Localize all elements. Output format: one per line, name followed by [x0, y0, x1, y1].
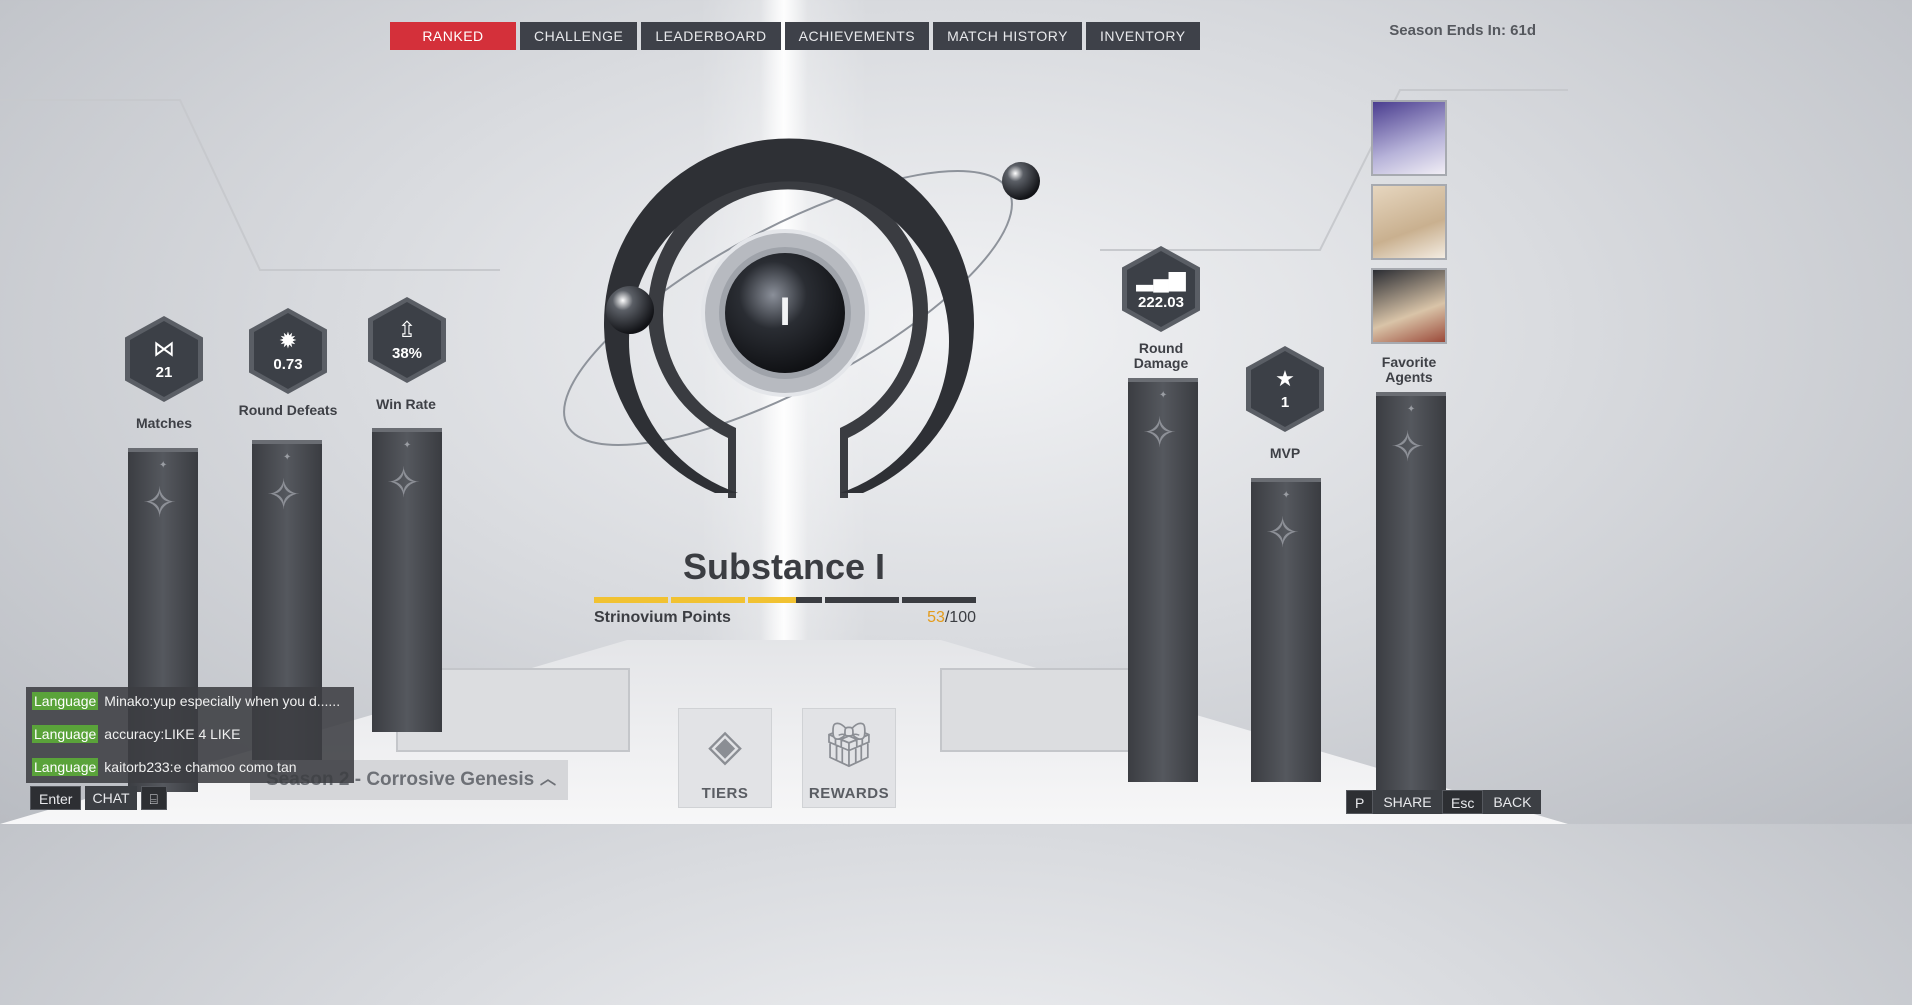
progress-segment — [825, 597, 899, 603]
bar-chart-icon: ▂▄▆ — [1136, 265, 1186, 291]
chat-panel[interactable]: Language Minako:yup especially when you d… — [26, 687, 354, 783]
points-label: Strinovium Points — [594, 609, 731, 626]
tab-inventory[interactable]: INVENTORY — [1085, 22, 1200, 50]
rank-progress-bar — [594, 597, 976, 603]
chat-language-tag: Language — [32, 692, 99, 710]
rank-title: Substance I — [682, 546, 886, 587]
pillar-mvp: ✦ ✧ — [1251, 478, 1321, 782]
favorite-agents-label: Favorite Agents — [1381, 354, 1437, 385]
tiers-icon: ◈ — [708, 721, 742, 770]
top-tabs: RANKED CHALLENGE LEADERBOARD ACHIEVEMENT… — [390, 22, 1200, 50]
pillar-win-rate: ✦ ✧ — [372, 428, 442, 732]
tab-ranked[interactable]: RANKED — [390, 22, 516, 50]
share-key-hint: P — [1346, 790, 1374, 814]
tab-challenge[interactable]: CHALLENGE — [520, 22, 638, 50]
bowtie-icon: ⋈ — [153, 335, 175, 361]
tab-leaderboard[interactable]: LEADERBOARD — [641, 22, 781, 50]
rewards-label: REWARDS — [808, 785, 890, 802]
gift-icon: 🎁︎ — [821, 721, 877, 770]
round-damage-value: 222.03 — [1138, 293, 1184, 311]
chat-language-tag: Language — [32, 758, 99, 776]
chat-message-text: kaitorb233:e chamoo como tan — [104, 759, 297, 775]
progress-fill — [671, 597, 745, 603]
rank-numeral: I — [779, 290, 791, 334]
pillar-round-damage: ✦ ✧ — [1128, 378, 1198, 782]
burst-icon: ✹ — [278, 327, 298, 353]
points-max: /100 — [944, 609, 976, 626]
win-rate-value: 38% — [391, 344, 423, 362]
chat-language-tag: Language — [32, 725, 99, 743]
back-button[interactable]: Esc BACK — [1442, 790, 1542, 814]
tab-achievements[interactable]: ACHIEVEMENTS — [784, 22, 930, 50]
share-label: SHARE — [1373, 790, 1442, 814]
progress-segment — [671, 597, 745, 603]
progress-fill — [748, 597, 797, 603]
favorite-agent-3[interactable] — [1371, 268, 1447, 344]
chat-message-text: Minako:yup especially when you d...... — [104, 693, 341, 709]
tiers-button[interactable]: ◈ TIERS — [678, 708, 772, 808]
mvp-label: MVP — [1269, 445, 1301, 461]
up-arrow-icon: ⇫ — [397, 316, 417, 342]
chat-message: Language Minako:yup especially when you d… — [32, 692, 341, 713]
round-defeats-value: 0.73 — [273, 355, 303, 373]
back-label: BACK — [1483, 790, 1542, 814]
chat-bubble-icon[interactable]: ⌸ — [140, 786, 167, 810]
chat-button[interactable]: CHAT — [85, 786, 137, 810]
win-rate-label: Win Rate — [376, 396, 436, 412]
enter-key-hint: Enter — [30, 786, 82, 810]
chat-message-text: accuracy:LIKE 4 LIKE — [104, 726, 241, 742]
rewards-button[interactable]: 🎁︎ REWARDS — [802, 708, 896, 808]
tab-match-history[interactable]: MATCH HISTORY — [933, 22, 1082, 50]
progress-segment — [902, 597, 976, 603]
back-key-hint: Esc — [1442, 790, 1484, 814]
progress-segment — [594, 597, 668, 603]
chevron-up-icon: ︿ — [539, 771, 556, 788]
chat-message: Language kaitorb233:e chamoo como tan — [32, 758, 297, 779]
star-icon: ★ — [1275, 365, 1295, 391]
season-end-timer: Season Ends In: 61d — [1389, 22, 1536, 39]
round-defeats-label: Round Defeats — [238, 402, 338, 418]
points-current: 53 — [927, 609, 945, 626]
pillar-favorite-agents: ✦ ✧ — [1376, 392, 1446, 796]
favorite-agent-2[interactable] — [1371, 184, 1447, 260]
favorite-agent-1[interactable] — [1371, 100, 1447, 176]
points-value: 53/100 — [927, 609, 976, 627]
chat-bar: Enter CHAT ⌸ — [30, 786, 167, 810]
progress-fill — [594, 597, 668, 603]
share-button[interactable]: P SHARE — [1346, 790, 1442, 814]
chat-message: Language accuracy:LIKE 4 LIKE — [32, 725, 241, 746]
matches-value: 21 — [155, 363, 173, 381]
round-damage-label: Round Damage — [1133, 340, 1189, 371]
tiers-label: TIERS — [701, 785, 749, 802]
progress-segment — [748, 597, 822, 603]
matches-label: Matches — [135, 415, 193, 431]
mvp-value: 1 — [1280, 393, 1290, 411]
